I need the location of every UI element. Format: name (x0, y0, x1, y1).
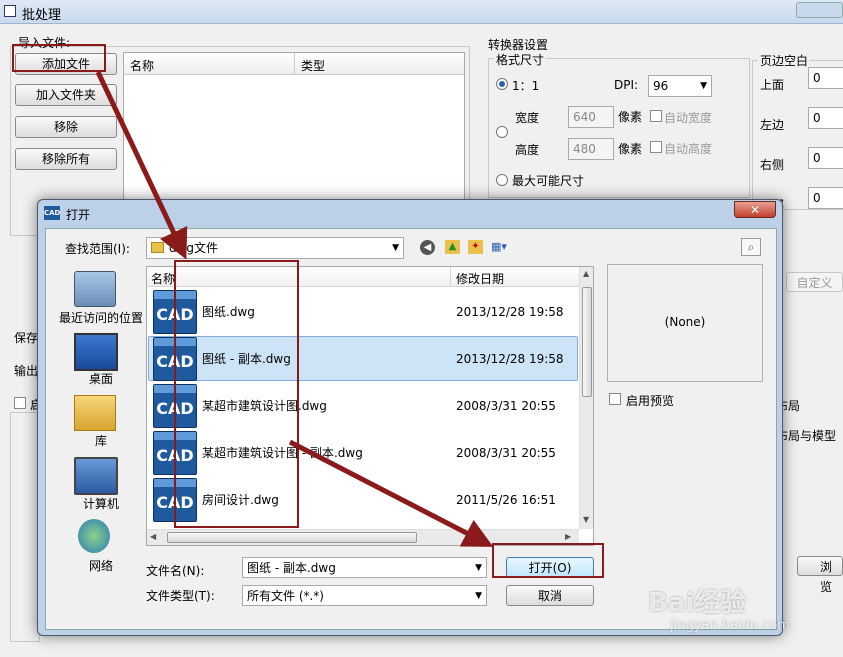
baidu-watermark: Bai经验 jingyan.baidu.com (640, 582, 840, 642)
arrow-to-file-list (95, 70, 188, 260)
annotation-arrows (95, 70, 494, 547)
arrow-to-open-button (288, 439, 494, 547)
watermark-brand: Bai经验 (648, 588, 747, 618)
watermark-url: jingyan.baidu.com (670, 618, 790, 633)
